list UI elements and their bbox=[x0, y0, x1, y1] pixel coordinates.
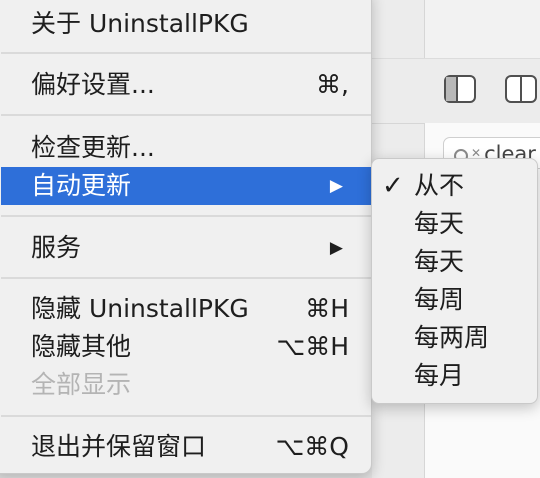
menu-item-label: 偏好设置... bbox=[31, 70, 155, 99]
menu-item-hide-others[interactable]: 隐藏其他 ⌥⌘H bbox=[1, 328, 371, 366]
submenu-item-label: 每月 bbox=[414, 361, 465, 390]
menu-item-auto-update[interactable]: 自动更新 ▶ bbox=[1, 167, 371, 205]
menu-separator bbox=[1, 52, 371, 54]
menu-item-label: 检查更新... bbox=[31, 133, 155, 162]
submenu-arrow-icon: ▶ bbox=[329, 238, 343, 258]
menu-item-shortcut: ⌘, bbox=[316, 70, 349, 99]
checkmark-icon: ✓ bbox=[382, 171, 404, 201]
submenu-item-label: 每天 bbox=[414, 209, 465, 238]
submenu-item-label: 每天 bbox=[414, 247, 465, 276]
menu-item-quit-keep-windows[interactable]: 退出并保留窗口 ⌥⌘Q bbox=[1, 428, 371, 466]
window-toolbar bbox=[372, 58, 540, 124]
menu-separator bbox=[1, 215, 371, 217]
menu-item-shortcut: ⌥⌘Q bbox=[275, 432, 350, 461]
submenu-item-label: 每周 bbox=[414, 285, 465, 314]
menu-item-preferences[interactable]: 偏好设置... ⌘, bbox=[1, 66, 371, 104]
menu-item-label: 退出并保留窗口 bbox=[31, 432, 207, 461]
submenu-item-weekly[interactable]: 每周 bbox=[372, 281, 537, 319]
auto-update-submenu: ✓ 从不 每天 每天 每周 每两周 每月 bbox=[371, 158, 538, 404]
menu-item-shortcut: ⌘H bbox=[305, 294, 349, 323]
submenu-item-daily[interactable]: 每天 bbox=[372, 205, 537, 243]
menu-item-label: 隐藏 UninstallPKG bbox=[31, 294, 249, 323]
submenu-item-never[interactable]: ✓ 从不 bbox=[372, 167, 537, 205]
split-view-icon[interactable] bbox=[505, 75, 537, 103]
menu-item-services[interactable]: 服务 ▶ bbox=[1, 229, 371, 267]
menu-item-label: 服务 bbox=[31, 233, 82, 262]
submenu-item-daily[interactable]: 每天 bbox=[372, 243, 537, 281]
window-title-area bbox=[424, 0, 540, 58]
sidebar-toggle-icon[interactable] bbox=[444, 75, 476, 103]
menu-separator bbox=[1, 114, 371, 116]
menu-item-show-all: 全部显示 bbox=[1, 366, 371, 404]
submenu-item-biweekly[interactable]: 每两周 bbox=[372, 319, 537, 357]
menu-separator bbox=[1, 415, 371, 417]
menu-item-label: 全部显示 bbox=[31, 370, 132, 399]
menu-item-hide-app[interactable]: 隐藏 UninstallPKG ⌘H bbox=[1, 290, 371, 328]
submenu-item-monthly[interactable]: 每月 bbox=[372, 357, 537, 395]
menu-item-label: 关于 UninstallPKG bbox=[31, 9, 249, 38]
menu-item-label: 隐藏其他 bbox=[31, 332, 132, 361]
menu-item-shortcut: ⌥⌘H bbox=[276, 332, 349, 361]
submenu-item-label: 每两周 bbox=[414, 323, 490, 352]
submenu-arrow-icon: ▶ bbox=[329, 176, 343, 196]
menu-item-check-updates[interactable]: 检查更新... bbox=[1, 129, 371, 167]
app-menu: 关于 UninstallPKG 偏好设置... ⌘, 检查更新... 自动更新 … bbox=[0, 0, 372, 474]
menu-separator bbox=[1, 277, 371, 279]
menu-item-about[interactable]: 关于 UninstallPKG bbox=[1, 5, 371, 43]
menu-item-label: 自动更新 bbox=[31, 171, 132, 200]
submenu-item-label: 从不 bbox=[414, 171, 465, 200]
